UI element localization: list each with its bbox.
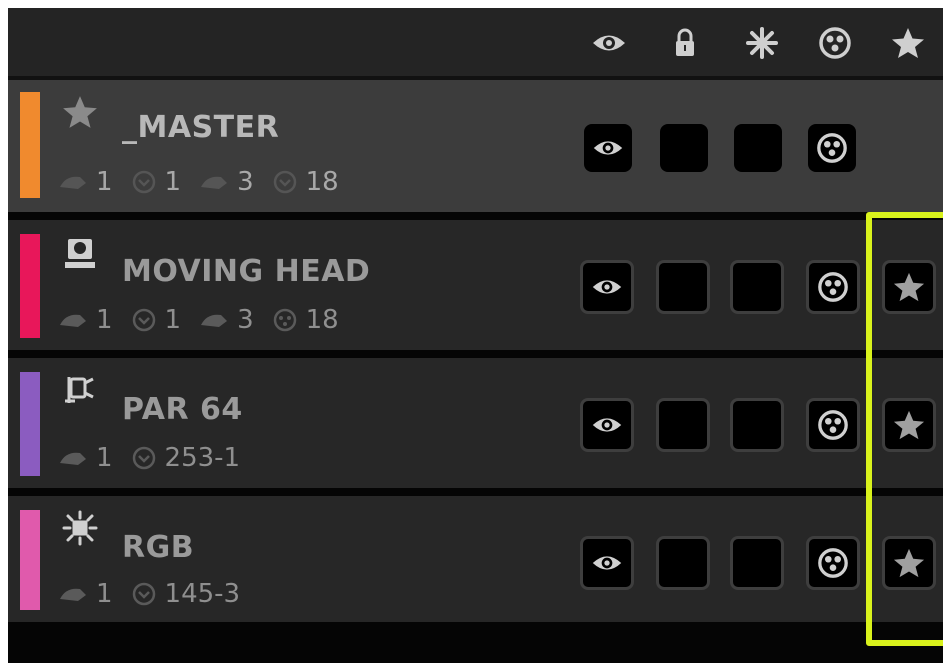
visibility-toggle[interactable] xyxy=(580,536,634,590)
eye-icon xyxy=(592,418,622,432)
star-icon xyxy=(893,272,925,302)
group-stats: 1 1 3 18 xyxy=(58,162,357,202)
lock-toggle[interactable] xyxy=(660,124,708,172)
asterisk-icon[interactable] xyxy=(741,22,783,64)
channel-icon xyxy=(132,170,155,194)
solo-toggle[interactable] xyxy=(730,260,784,314)
lock-icon[interactable] xyxy=(664,22,706,64)
moving-head-icon xyxy=(60,234,100,274)
stat-params: 18 xyxy=(305,167,339,197)
stat-address: 253-1 xyxy=(164,443,241,473)
eye-icon xyxy=(593,141,623,155)
gobo-icon[interactable] xyxy=(814,22,856,64)
eye-icon xyxy=(592,556,622,570)
color-bar xyxy=(20,510,40,610)
eye-icon xyxy=(592,280,622,294)
group-name: MOVING HEAD xyxy=(122,254,371,289)
stat-fixtures: 1 xyxy=(96,579,113,609)
group-name: PAR 64 xyxy=(122,392,243,427)
group-row-par-64[interactable]: PAR 64 1 253-1 xyxy=(8,358,943,488)
visibility-toggle[interactable] xyxy=(584,124,632,172)
visibility-toggle[interactable] xyxy=(580,398,634,452)
stat-channels: 1 xyxy=(164,167,182,197)
visibility-toggle[interactable] xyxy=(580,260,634,314)
favorite-toggle[interactable] xyxy=(882,536,936,590)
lock-toggle[interactable] xyxy=(656,536,710,590)
stat-fixtures: 1 xyxy=(96,443,113,473)
group-row-rgb[interactable]: RGB 1 145-3 xyxy=(8,496,943,622)
eye-icon[interactable] xyxy=(588,22,630,64)
star-icon xyxy=(60,92,100,132)
solo-toggle[interactable] xyxy=(730,398,784,452)
column-header xyxy=(8,8,943,80)
group-stats: 1 253-1 xyxy=(58,438,258,478)
stat-channels: 1 xyxy=(164,305,182,335)
star-icon xyxy=(893,410,925,440)
head-icon xyxy=(201,176,228,189)
favorite-toggle[interactable] xyxy=(882,398,936,452)
gobo-toggle[interactable] xyxy=(806,536,860,590)
star-icon xyxy=(893,548,925,578)
color-bar xyxy=(20,92,40,198)
gobo-small-icon xyxy=(273,170,296,194)
group-row-master[interactable]: _MASTER 1 1 3 18 xyxy=(8,80,943,212)
star-icon[interactable] xyxy=(887,22,929,64)
gobo-toggle[interactable] xyxy=(806,398,860,452)
gobo-icon xyxy=(817,133,847,163)
gobo-icon xyxy=(818,410,848,440)
lock-toggle[interactable] xyxy=(656,398,710,452)
par-can-icon xyxy=(60,370,100,410)
solo-toggle[interactable] xyxy=(734,124,782,172)
fixture-icon xyxy=(60,176,86,189)
color-bar xyxy=(20,234,40,338)
group-row-moving-head[interactable]: MOVING HEAD 1 1 3 18 xyxy=(8,220,943,350)
gobo-toggle[interactable] xyxy=(806,260,860,314)
group-panel: _MASTER 1 1 3 18 MOVING HEAD 1 1 3 18 PA… xyxy=(8,8,943,663)
gobo-toggle[interactable] xyxy=(808,124,856,172)
gobo-icon xyxy=(818,272,848,302)
rgb-light-icon xyxy=(60,508,100,548)
group-stats: 1 1 3 18 xyxy=(58,300,357,340)
stat-heads: 3 xyxy=(237,305,254,335)
group-name: RGB xyxy=(122,530,195,565)
stat-address: 145-3 xyxy=(164,579,241,609)
stat-params: 18 xyxy=(305,305,339,335)
solo-toggle[interactable] xyxy=(730,536,784,590)
color-bar xyxy=(20,372,40,476)
stat-heads: 3 xyxy=(237,167,254,197)
group-stats: 1 145-3 xyxy=(58,574,258,614)
favorite-toggle[interactable] xyxy=(882,260,936,314)
group-name: _MASTER xyxy=(122,110,280,145)
stat-fixtures: 1 xyxy=(96,167,113,197)
stat-fixtures: 1 xyxy=(96,305,113,335)
lock-toggle[interactable] xyxy=(656,260,710,314)
gobo-icon xyxy=(818,548,848,578)
